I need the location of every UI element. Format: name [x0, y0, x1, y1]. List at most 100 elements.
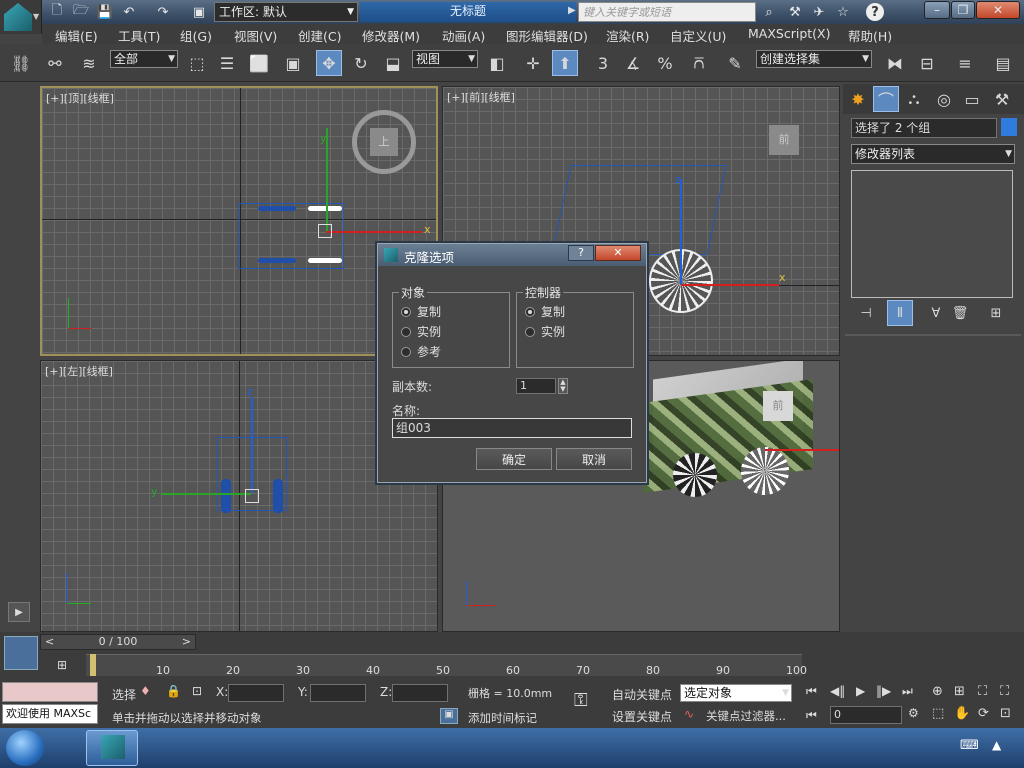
pan-icon[interactable]: ✋ — [954, 706, 970, 721]
window-crossing-icon[interactable]: ▣ — [280, 50, 306, 76]
zoom-all-icon[interactable]: ⊞ — [954, 684, 965, 699]
app-menu-button[interactable]: ▼ — [0, 0, 42, 34]
lock-icon[interactable]: 🔒 — [166, 684, 181, 698]
menu-item-3[interactable]: 视图(V) — [234, 26, 277, 45]
selection-name-field[interactable]: 选择了 2 个组 — [851, 118, 997, 138]
close-button[interactable]: ✕ — [976, 1, 1020, 19]
redo-icon[interactable]: ↷ — [154, 3, 172, 21]
viewport-layout-icon[interactable] — [4, 636, 38, 670]
menu-item-5[interactable]: 修改器(M) — [362, 26, 420, 45]
time-marker[interactable] — [90, 654, 96, 676]
body-wireframe[interactable] — [551, 165, 727, 255]
open-file-icon[interactable]: 🗁 — [72, 3, 90, 21]
show-end-result-icon[interactable]: Ⅱ — [887, 300, 913, 326]
subscription-icon[interactable]: ✈ — [810, 3, 828, 21]
gizmo-y-axis[interactable] — [161, 493, 251, 495]
zoom-extents-icon[interactable]: ⛶ — [978, 684, 987, 699]
maxscript-listener-pink[interactable] — [2, 682, 98, 702]
gizmo-x-axis[interactable] — [326, 231, 422, 233]
time-config-icon[interactable]: ⚙ — [908, 706, 919, 720]
hierarchy-tab-icon[interactable]: ⛬ — [901, 86, 927, 112]
configure-sets-icon[interactable]: ⊞ — [983, 300, 1009, 326]
viewport-label[interactable]: [+][顶][线框] — [46, 90, 114, 106]
viewcube-face[interactable]: 上 — [370, 128, 398, 156]
pivot-center-icon[interactable]: ◧ — [484, 50, 510, 76]
select-move-icon[interactable]: ✥ — [316, 50, 342, 76]
create-tab-icon[interactable]: ✸ — [845, 86, 871, 112]
named-selection-dropdown[interactable]: 创建选择集 — [756, 50, 872, 68]
prev-frame-icon[interactable]: < — [45, 635, 54, 649]
menu-item-7[interactable]: 图形编辑器(D) — [506, 26, 588, 45]
start-button[interactable] — [6, 730, 44, 766]
gizmo-z-axis[interactable] — [680, 179, 682, 285]
modifier-stack[interactable] — [851, 170, 1013, 298]
graphite-toolbar-icon[interactable]: ▤ — [990, 50, 1016, 76]
search-input[interactable]: 键入关键字或短语 — [578, 2, 756, 22]
select-rotate-icon[interactable]: ↻ — [348, 50, 374, 76]
select-scale-icon[interactable]: ⬓ — [380, 50, 406, 76]
utilities-tab-icon[interactable]: ⚒ — [989, 86, 1015, 112]
percent-snap-icon[interactable]: % — [652, 50, 678, 76]
auto-key-button[interactable]: 自动关键点 — [612, 686, 672, 703]
controller-copy-radio[interactable]: 复制 — [525, 303, 565, 320]
spinner-snap-icon[interactable]: ⩃ — [686, 50, 712, 76]
snap-toggle-icon[interactable]: 3 — [590, 50, 616, 76]
menu-item-9[interactable]: 自定义(U) — [670, 26, 726, 45]
next-frame-icon[interactable]: > — [182, 635, 191, 649]
clone-name-input[interactable]: 组003 — [392, 418, 632, 438]
bind-space-warp-icon[interactable]: ≋ — [76, 50, 102, 76]
undo-icon[interactable]: ↶ — [120, 3, 138, 21]
cancel-button[interactable]: 取消 — [556, 448, 632, 470]
object-color-swatch[interactable] — [1001, 118, 1017, 136]
zoom-extents-all-icon[interactable]: ⛶ — [1000, 684, 1009, 699]
ok-button[interactable]: 确定 — [476, 448, 552, 470]
key-filters-button[interactable]: 关键点过滤器... — [706, 708, 786, 724]
gizmo-x-axis[interactable] — [765, 449, 839, 451]
field-of-view-icon[interactable]: ⬚ — [932, 706, 944, 721]
maximize-viewport-icon[interactable]: ⊡ — [1000, 706, 1011, 721]
menu-item-10[interactable]: MAXScript(X) — [748, 26, 830, 41]
object-copy-radio[interactable]: 复制 — [401, 303, 441, 320]
align-icon[interactable]: ⊟ — [914, 50, 940, 76]
modify-tab-icon[interactable]: ⌒ — [873, 86, 899, 112]
tools-icon[interactable]: ⚒ — [786, 3, 804, 21]
menu-item-11[interactable]: 帮助(H) — [848, 26, 892, 45]
layer-manager-icon[interactable]: ≡ — [952, 50, 978, 76]
minimize-button[interactable]: – — [924, 1, 950, 19]
maximize-button[interactable]: ❐ — [951, 1, 975, 19]
play-icon[interactable]: ▶ — [856, 684, 865, 698]
key-mode-dropdown[interactable]: 选定对象 — [680, 684, 792, 702]
goto-end-icon[interactable]: ⏭ — [902, 684, 913, 699]
z-coord-field[interactable] — [392, 684, 448, 702]
new-file-icon[interactable]: 🗋 — [48, 3, 66, 21]
absolute-mode-icon[interactable]: ⊡ — [192, 684, 202, 698]
time-slider[interactable]: < 0 / 100 > — [40, 634, 196, 650]
zoom-icon[interactable]: ⊕ — [932, 684, 943, 699]
rect-selection-icon[interactable]: ⬜ — [246, 50, 272, 76]
object-reference-radio[interactable]: 参考 — [401, 343, 441, 360]
select-object-icon[interactable]: ⬚ — [184, 50, 210, 76]
track-bar-icon[interactable]: ⊞ — [52, 658, 72, 674]
gizmo-plane-handle[interactable] — [245, 489, 259, 503]
key-mode-icon[interactable]: ⏮ — [806, 708, 817, 723]
set-key-button[interactable]: 设置关键点 — [612, 708, 672, 725]
binoculars-icon[interactable]: ⌕ — [760, 3, 778, 21]
edit-named-selection-icon[interactable]: ✎ — [722, 50, 748, 76]
remove-modifier-icon[interactable]: 🗑 — [947, 300, 973, 326]
spinner-arrows-icon[interactable]: ▲ ▼ — [558, 378, 568, 394]
link-icon[interactable]: ⛓ — [8, 50, 34, 76]
help-icon[interactable]: ? — [866, 3, 884, 21]
set-key-icon[interactable]: ⚿ — [574, 690, 588, 711]
expand-arrow-icon[interactable]: ▶ — [8, 602, 30, 622]
gizmo-z-axis[interactable] — [251, 397, 253, 493]
add-time-tag[interactable]: 添加时间标记 — [468, 710, 537, 726]
object-instance-radio[interactable]: 实例 — [401, 323, 441, 340]
x-coord-field[interactable] — [228, 684, 284, 702]
y-coord-field[interactable] — [310, 684, 366, 702]
select-by-name-icon[interactable]: ☰ — [214, 50, 240, 76]
pin-stack-icon[interactable]: ⊣ — [853, 300, 879, 326]
gizmo-plane-handle[interactable] — [318, 224, 332, 238]
viewcube[interactable]: 前 — [769, 125, 799, 155]
gizmo-x-axis[interactable] — [681, 284, 779, 286]
ref-coord-dropdown[interactable]: 视图 — [412, 50, 478, 68]
